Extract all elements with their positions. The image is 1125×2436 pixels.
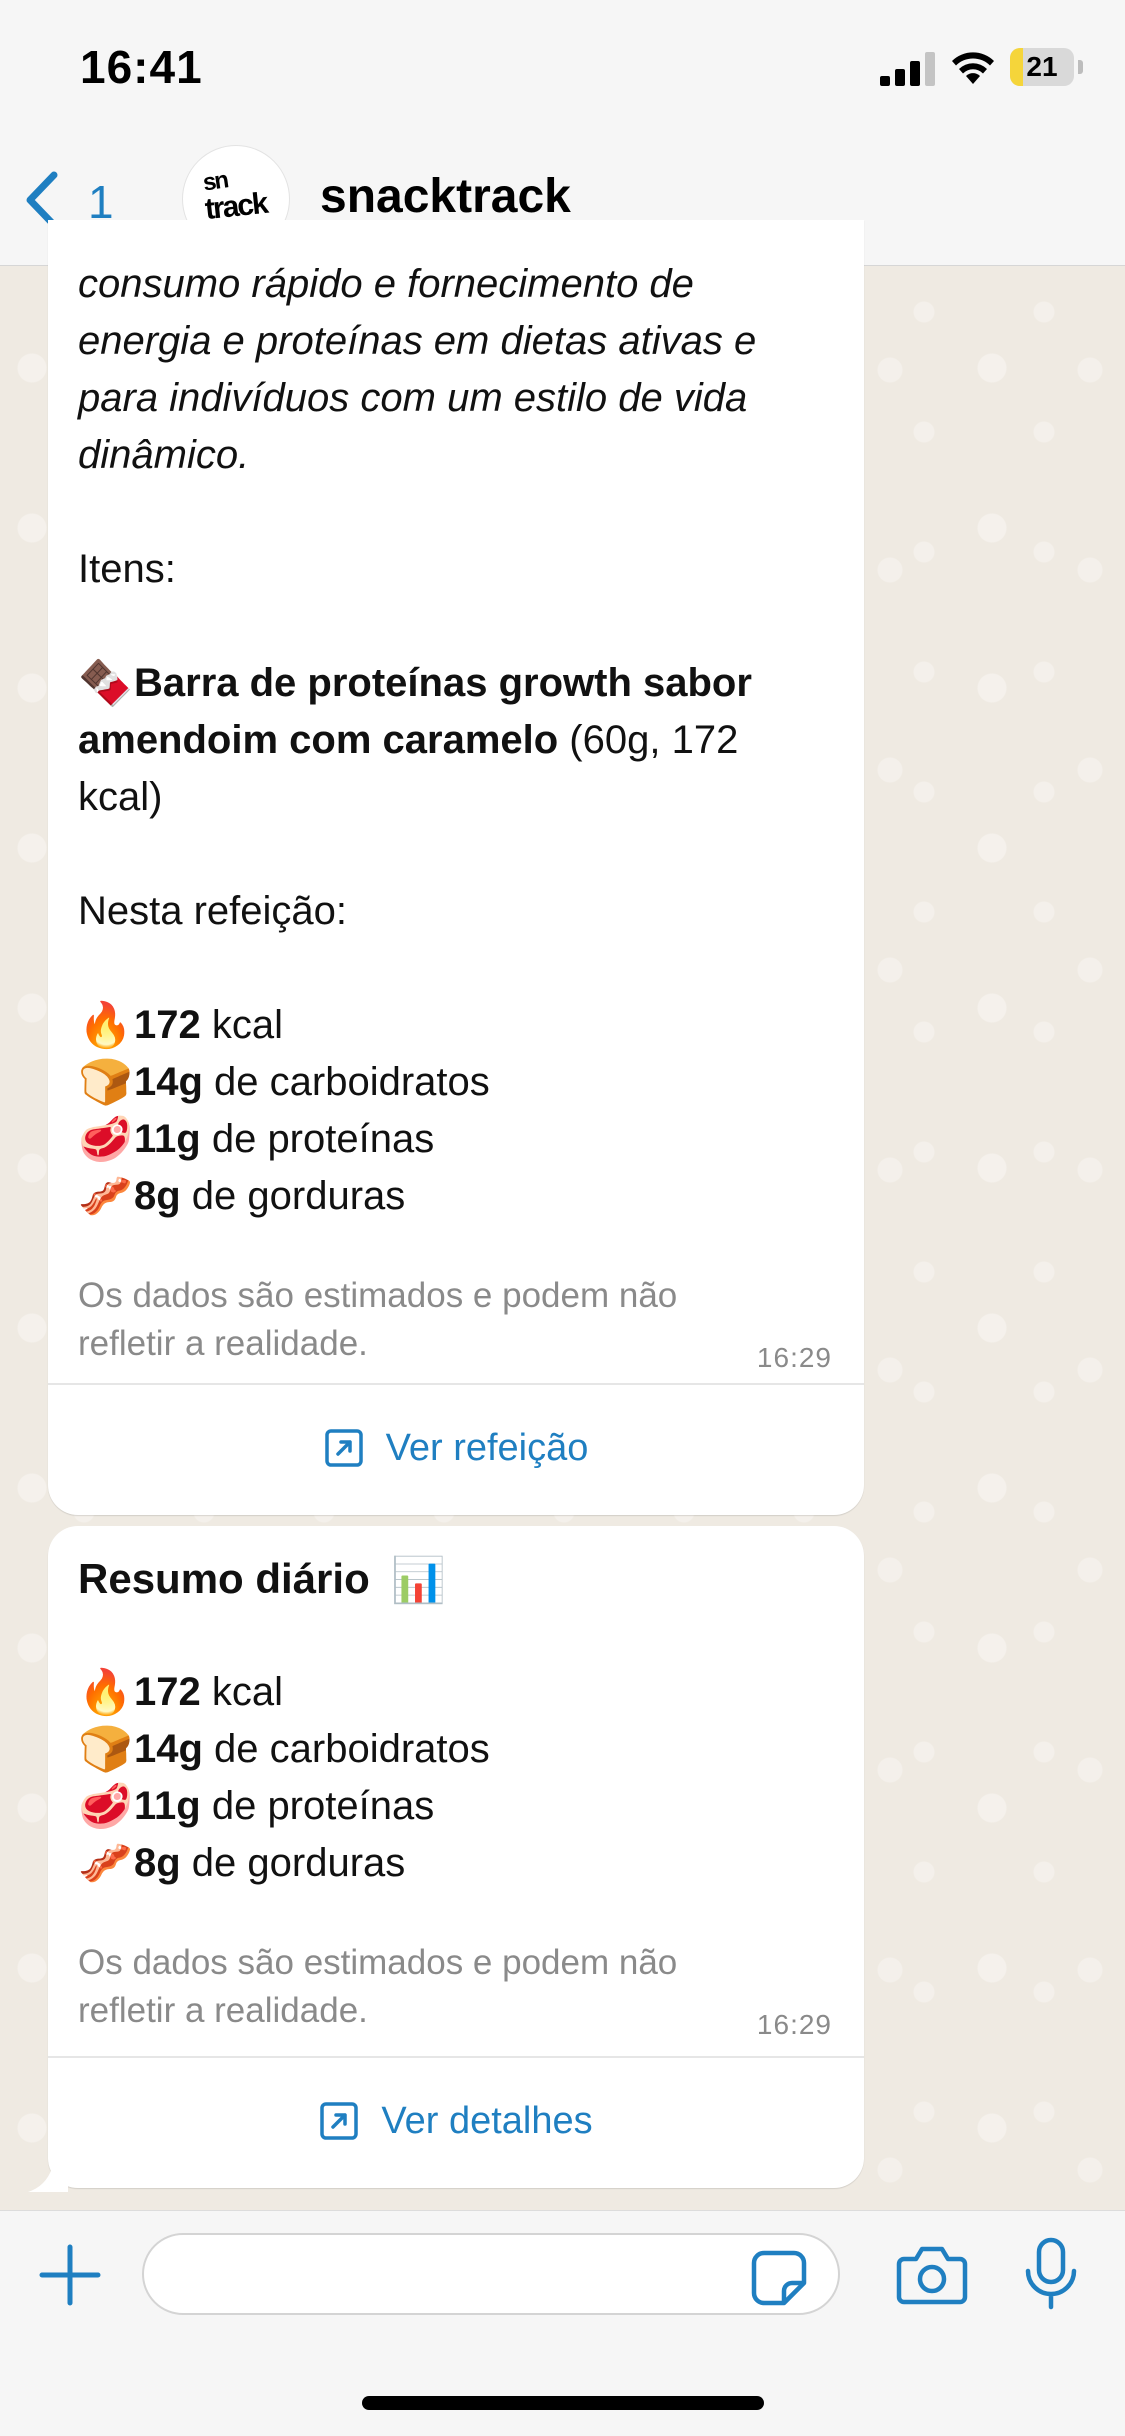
nutrient-value: 14g: [134, 1060, 203, 1104]
signal-icon: [880, 52, 935, 86]
bacon-icon: 🥓: [78, 1838, 133, 1889]
item-detail-wrap: kcal): [78, 775, 163, 819]
disclaimer-line: refletir a realidade.: [78, 1991, 368, 2030]
nutrient-value: 11g: [134, 1117, 201, 1161]
bread-icon: 🍞: [78, 1724, 133, 1775]
message-intro: consumo rápido e fornecimento de energia…: [78, 256, 834, 484]
nutrient-row-protein: 🥩11g de proteínas: [78, 1111, 834, 1168]
battery-icon: 21: [1010, 48, 1083, 86]
message-input[interactable]: [142, 2233, 840, 2315]
meal-heading: Nesta refeição:: [78, 889, 348, 933]
open-external-icon: [324, 1429, 363, 1467]
nutrient-row-carbs: 🍞14g de carboidratos: [78, 1054, 834, 1111]
message-composer: [0, 2210, 1125, 2436]
intro-line: energia e proteínas em dietas ativas e: [78, 319, 757, 363]
nutrient-unit: de carboidratos: [202, 1727, 490, 1771]
nutrient-unit: de proteínas: [200, 1117, 435, 1161]
home-indicator[interactable]: [362, 2396, 764, 2410]
bacon-icon: 🥓: [78, 1171, 133, 1222]
message-bubble-daily-summary: Resumo diário 📊 🔥172 kcal 🍞14g de carboi…: [48, 1526, 864, 2188]
nutrient-row-protein: 🥩11g de proteínas: [78, 1778, 834, 1835]
disclaimer: Os dados são estimados e podem não refle…: [78, 1939, 834, 2035]
view-details-button[interactable]: Ver detalhes: [48, 2061, 864, 2181]
bread-icon: 🍞: [78, 1057, 133, 1108]
nutrient-value: 14g: [134, 1727, 203, 1771]
open-external-icon: [320, 2102, 359, 2140]
intro-line: consumo rápido e fornecimento de: [78, 262, 694, 306]
nutrient-unit: de carboidratos: [202, 1060, 490, 1104]
summary-title: Resumo diário: [78, 1555, 370, 1602]
chocolate-bar-icon: 🍫: [78, 658, 133, 709]
chat-screen: 16:41 21 1 sn track snacktrack consumo r…: [0, 0, 1125, 2436]
sticker-icon[interactable]: [750, 2249, 808, 2307]
microphone-icon[interactable]: [1022, 2237, 1080, 2311]
battery-body: 21: [1010, 48, 1074, 86]
message-timestamp: 16:29: [756, 2009, 832, 2040]
item-entry: 🍫Barra de proteínas growth sabor amendoi…: [78, 655, 834, 826]
fire-icon: 🔥: [78, 1000, 133, 1051]
nutrient-list: 🔥172 kcal 🍞14g de carboidratos 🥩11g de p…: [78, 1664, 834, 1892]
nutrient-value: 8g: [134, 1841, 181, 1885]
divider: [48, 1383, 864, 1385]
nutrient-unit: de proteínas: [200, 1784, 435, 1828]
nutrient-unit: kcal: [200, 1003, 283, 1047]
nutrient-row-calories: 🔥172 kcal: [78, 997, 834, 1054]
nutrient-unit: kcal: [200, 1670, 283, 1714]
bar-chart-icon: 📊: [391, 1555, 447, 1606]
meat-icon: 🥩: [78, 1114, 133, 1165]
bubble-tail: [28, 2168, 68, 2192]
view-details-label: Ver detalhes: [381, 2099, 593, 2142]
meat-icon: 🥩: [78, 1781, 133, 1832]
items-heading: Itens:: [78, 547, 176, 591]
fire-icon: 🔥: [78, 1667, 133, 1718]
item-line-2: amendoim com caramelo (60g, 172: [78, 712, 834, 769]
nutrient-row-calories: 🔥172 kcal: [78, 1664, 834, 1721]
intro-line: dinâmico.: [78, 433, 250, 477]
battery-level: 21: [1026, 51, 1058, 82]
plus-icon[interactable]: [38, 2243, 102, 2307]
status-bar: 16:41 21: [0, 0, 1125, 135]
divider: [48, 2056, 864, 2058]
nutrient-row-fat: 🥓8g de gorduras: [78, 1168, 834, 1225]
chat-title[interactable]: snacktrack: [320, 169, 571, 224]
nutrient-value: 8g: [134, 1174, 181, 1218]
item-detail: (60g, 172: [558, 718, 739, 762]
disclaimer-line: Os dados são estimados e podem não: [78, 1276, 678, 1315]
nutrient-value: 172: [134, 1670, 201, 1714]
item-name-line1: Barra de proteínas growth sabor: [134, 661, 752, 705]
nutrient-row-carbs: 🍞14g de carboidratos: [78, 1721, 834, 1778]
summary-title-row: Resumo diário 📊: [78, 1550, 834, 1609]
view-meal-label: Ver refeição: [385, 1426, 589, 1469]
status-time: 16:41: [80, 41, 203, 93]
item-line-1: 🍫Barra de proteínas growth sabor: [78, 655, 834, 712]
nutrient-unit: de gorduras: [180, 1841, 406, 1885]
message-timestamp: 16:29: [756, 1342, 832, 1373]
disclaimer-line: Os dados são estimados e podem não: [78, 1943, 678, 1982]
nutrient-value: 11g: [134, 1784, 201, 1828]
disclaimer-line: refletir a realidade.: [78, 1324, 368, 1363]
message-bubble-meal: consumo rápido e fornecimento de energia…: [48, 220, 864, 1515]
view-meal-button[interactable]: Ver refeição: [48, 1388, 864, 1508]
nutrient-value: 172: [134, 1003, 201, 1047]
nutrient-list: 🔥172 kcal 🍞14g de carboidratos 🥩11g de p…: [78, 997, 834, 1225]
disclaimer: Os dados são estimados e podem não refle…: [78, 1272, 834, 1368]
item-name-line2: amendoim com caramelo: [78, 718, 559, 762]
intro-line: para indivíduos com um estilo de vida: [78, 376, 748, 420]
nutrient-row-fat: 🥓8g de gorduras: [78, 1835, 834, 1892]
camera-icon[interactable]: [896, 2243, 968, 2307]
wifi-icon: [952, 52, 994, 84]
nutrient-unit: de gorduras: [180, 1174, 406, 1218]
battery-cap: [1078, 60, 1083, 74]
